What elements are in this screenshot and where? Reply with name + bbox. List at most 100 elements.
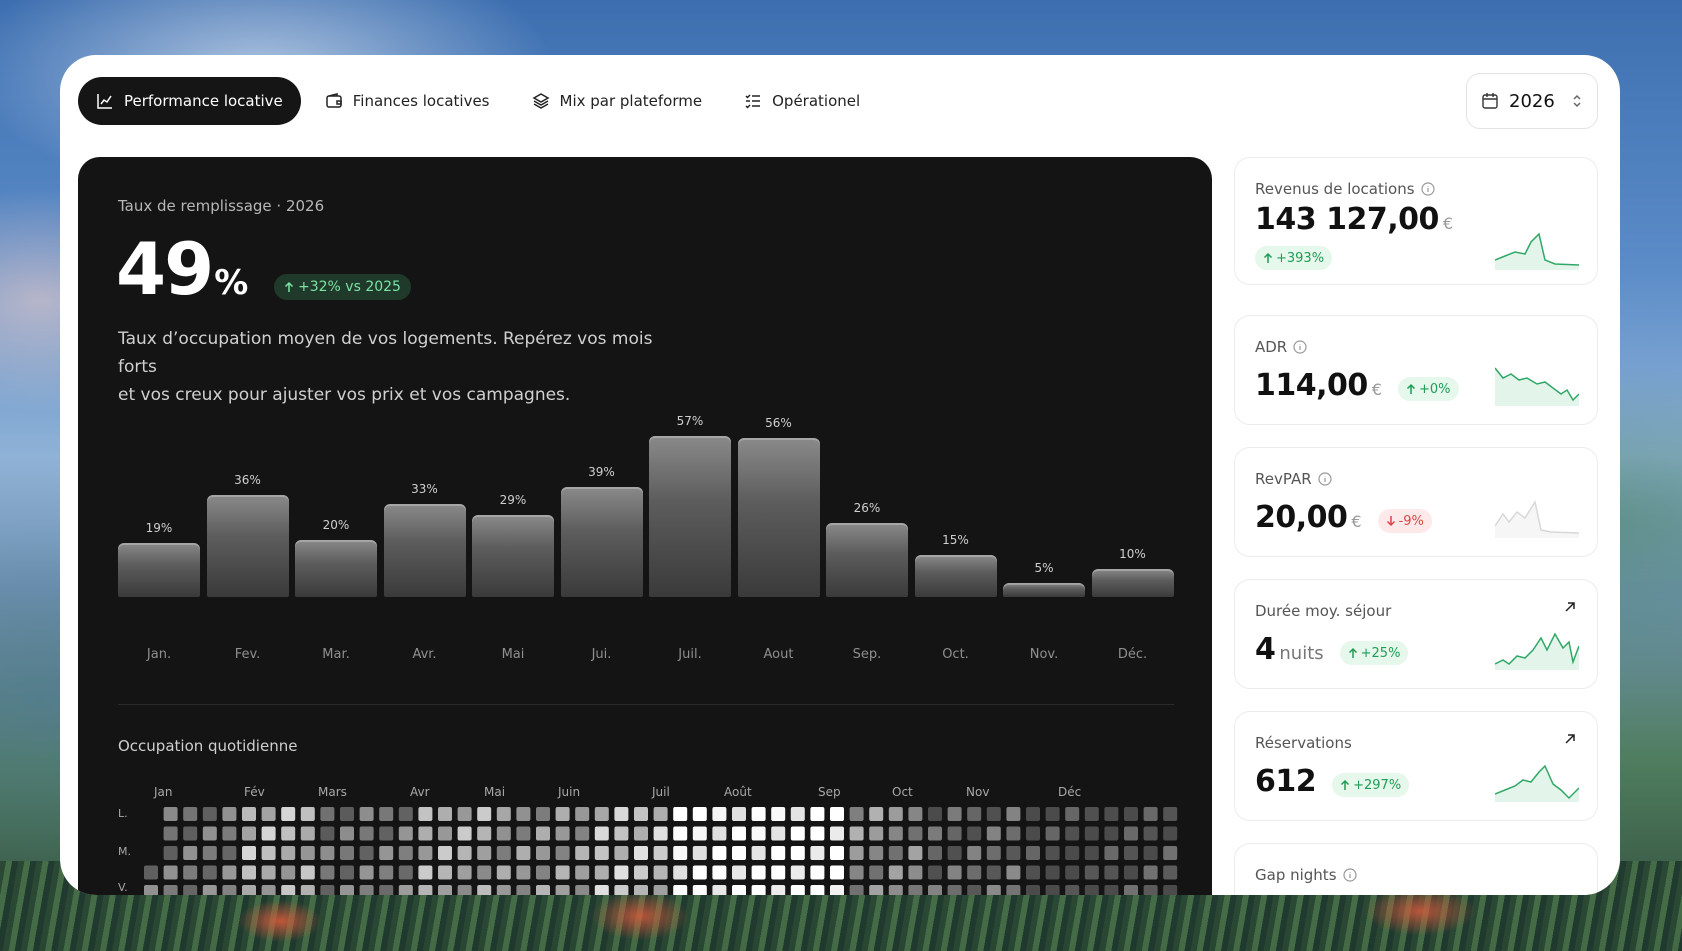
bar-column[interactable]: 36% bbox=[206, 407, 289, 597]
info-icon[interactable] bbox=[1420, 182, 1435, 196]
heatmap-cell[interactable] bbox=[379, 807, 394, 821]
heatmap-cell[interactable] bbox=[359, 885, 374, 895]
heatmap-cell[interactable] bbox=[1143, 826, 1158, 841]
heatmap-cell[interactable] bbox=[379, 865, 394, 880]
heatmap-cell[interactable] bbox=[888, 826, 903, 841]
heatmap-cell[interactable] bbox=[1065, 826, 1080, 841]
kpi-card-duree-sejour[interactable]: Durée moy. séjour 4 nuits +25% bbox=[1234, 579, 1598, 689]
heatmap-cell[interactable] bbox=[340, 865, 354, 880]
heatmap-cell[interactable] bbox=[947, 826, 962, 841]
bar[interactable] bbox=[206, 495, 289, 597]
heatmap-cell[interactable] bbox=[712, 807, 727, 821]
heatmap-cell[interactable] bbox=[790, 807, 805, 821]
heatmap-cell[interactable] bbox=[555, 826, 570, 841]
heatmap-cell[interactable] bbox=[1065, 846, 1080, 860]
heatmap-cell[interactable] bbox=[438, 846, 452, 860]
heatmap-cell[interactable] bbox=[712, 826, 727, 841]
heatmap-cell[interactable] bbox=[281, 807, 296, 821]
heatmap-cell[interactable] bbox=[1104, 865, 1119, 880]
heatmap-cell[interactable] bbox=[732, 826, 746, 841]
heatmap-cell[interactable] bbox=[398, 826, 413, 841]
bar[interactable] bbox=[737, 438, 820, 597]
heatmap-cell[interactable] bbox=[594, 865, 609, 880]
heatmap-cell[interactable] bbox=[888, 807, 903, 821]
bar[interactable] bbox=[1003, 582, 1085, 597]
kpi-card-adr[interactable]: ADR 114,00 € +0% bbox=[1234, 315, 1598, 425]
heatmap-cell[interactable] bbox=[516, 807, 531, 821]
heatmap-cell[interactable] bbox=[320, 807, 335, 821]
heatmap-cell[interactable] bbox=[398, 807, 413, 821]
heatmap-cell[interactable] bbox=[928, 846, 942, 860]
heatmap-cell[interactable] bbox=[163, 885, 178, 895]
heatmap-cell[interactable] bbox=[888, 846, 903, 860]
heatmap-cell[interactable] bbox=[830, 885, 844, 895]
heatmap-cell[interactable] bbox=[202, 846, 217, 860]
heatmap-cell[interactable] bbox=[771, 885, 786, 895]
heatmap-cell[interactable] bbox=[222, 826, 237, 841]
bar[interactable] bbox=[649, 435, 731, 597]
tab-mix-par-plateforme[interactable]: Mix par plateforme bbox=[514, 77, 721, 125]
heatmap-cell[interactable] bbox=[555, 807, 570, 821]
heatmap-cell[interactable] bbox=[1104, 846, 1119, 860]
heatmap-cell[interactable] bbox=[830, 807, 844, 821]
heatmap-cell[interactable] bbox=[144, 885, 158, 895]
heatmap-cell[interactable] bbox=[496, 885, 511, 895]
heatmap-cell[interactable] bbox=[1143, 807, 1158, 821]
heatmap-cell[interactable] bbox=[320, 865, 335, 880]
heatmap-cell[interactable] bbox=[418, 807, 433, 821]
heatmap-cell[interactable] bbox=[359, 807, 374, 821]
heatmap-cell[interactable] bbox=[379, 826, 394, 841]
heatmap-cell[interactable] bbox=[398, 885, 413, 895]
heatmap-cell[interactable] bbox=[614, 865, 629, 880]
heatmap-cell[interactable] bbox=[594, 826, 609, 841]
heatmap-cell[interactable] bbox=[1006, 826, 1021, 841]
heatmap-cell[interactable] bbox=[379, 885, 394, 895]
bar[interactable] bbox=[914, 554, 997, 597]
kpi-card-gap-nights[interactable]: Gap nights bbox=[1234, 843, 1598, 895]
heatmap-cell[interactable] bbox=[614, 826, 629, 841]
bar-column[interactable]: 20% bbox=[295, 407, 377, 597]
heatmap-cell[interactable] bbox=[1045, 826, 1060, 841]
heatmap-cell[interactable] bbox=[928, 885, 942, 895]
heatmap-cell[interactable] bbox=[712, 865, 727, 880]
heatmap-cell[interactable] bbox=[477, 885, 492, 895]
heatmap-cell[interactable] bbox=[261, 885, 276, 895]
heatmap-cell[interactable] bbox=[1104, 885, 1119, 895]
heatmap-cell[interactable] bbox=[438, 807, 452, 821]
heatmap-cell[interactable] bbox=[242, 807, 256, 821]
heatmap-cell[interactable] bbox=[222, 865, 237, 880]
heatmap-cell[interactable] bbox=[575, 846, 590, 860]
heatmap-cell[interactable] bbox=[1104, 807, 1119, 821]
info-icon[interactable] bbox=[1293, 340, 1307, 354]
heatmap-cell[interactable] bbox=[575, 807, 590, 821]
heatmap-cell[interactable] bbox=[908, 807, 923, 821]
heatmap-cell[interactable] bbox=[947, 846, 962, 860]
heatmap-cell[interactable] bbox=[555, 846, 570, 860]
heatmap-cell[interactable] bbox=[1143, 885, 1158, 895]
heatmap-cell[interactable] bbox=[359, 846, 374, 860]
heatmap-cell[interactable] bbox=[751, 865, 766, 880]
heatmap-cell[interactable] bbox=[536, 826, 550, 841]
heatmap-cell[interactable] bbox=[536, 865, 550, 880]
heatmap-cell[interactable] bbox=[967, 826, 982, 841]
heatmap-cell[interactable] bbox=[202, 865, 217, 880]
heatmap-cell[interactable] bbox=[928, 807, 942, 821]
heatmap-cell[interactable] bbox=[1143, 846, 1158, 860]
heatmap-cell[interactable] bbox=[653, 807, 668, 821]
heatmap-cell[interactable] bbox=[888, 885, 903, 895]
year-select[interactable]: 2026 bbox=[1466, 73, 1598, 129]
heatmap-cell[interactable] bbox=[1084, 865, 1099, 880]
heatmap-cell[interactable] bbox=[418, 865, 433, 880]
heatmap-cell[interactable] bbox=[516, 826, 531, 841]
heatmap-cell[interactable] bbox=[281, 846, 296, 860]
heatmap-cell[interactable] bbox=[653, 826, 668, 841]
heatmap-cell[interactable] bbox=[340, 807, 354, 821]
heatmap-cell[interactable] bbox=[928, 826, 942, 841]
heatmap-cell[interactable] bbox=[438, 826, 452, 841]
heatmap-cell[interactable] bbox=[810, 807, 825, 821]
heatmap-cell[interactable] bbox=[281, 885, 296, 895]
heatmap-cell[interactable] bbox=[1084, 826, 1099, 841]
heatmap-cell[interactable] bbox=[1026, 826, 1040, 841]
heatmap-cell[interactable] bbox=[183, 826, 198, 841]
heatmap-cell[interactable] bbox=[398, 846, 413, 860]
